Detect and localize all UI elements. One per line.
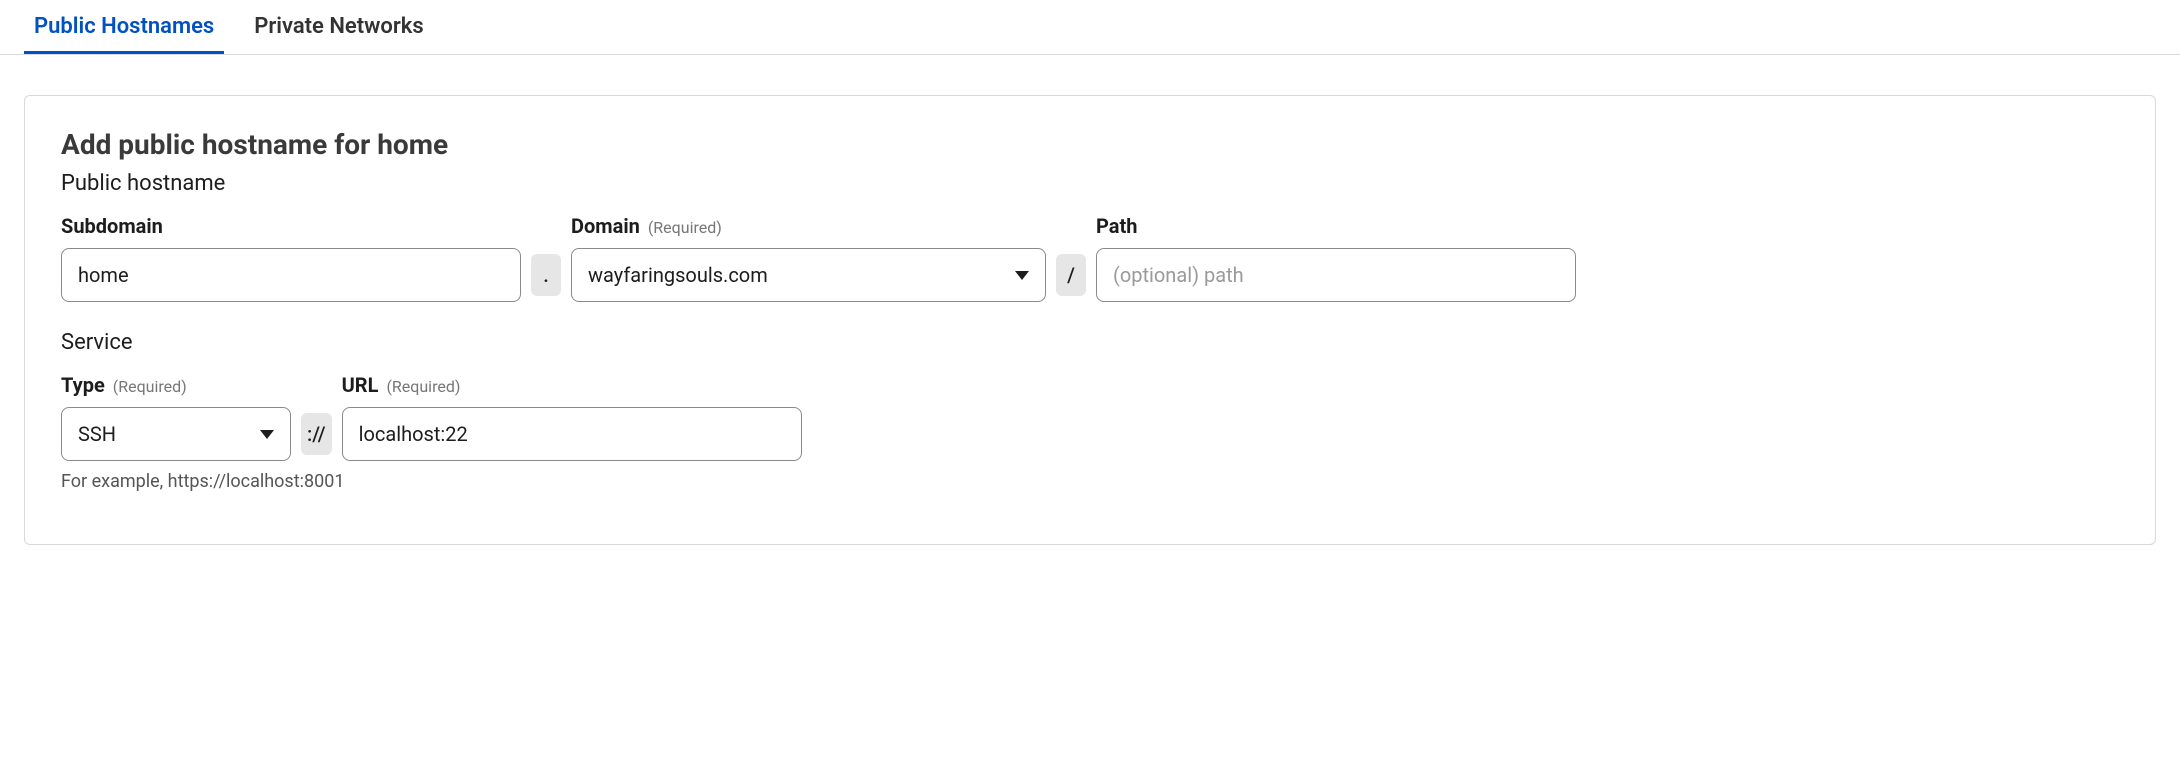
service-hint: For example, https://localhost:8001 <box>61 471 2119 492</box>
subdomain-field: Subdomain <box>61 214 521 302</box>
public-hostname-section-label: Public hostname <box>61 171 2119 196</box>
panel-title: Add public hostname for home <box>61 128 2119 161</box>
domain-select-value: wayfaringsouls.com <box>588 263 768 287</box>
type-label: Type (Required) <box>61 373 291 397</box>
domain-label: Domain (Required) <box>571 214 1046 238</box>
scheme-separator: :// <box>301 413 332 455</box>
domain-field: Domain (Required) wayfaringsouls.com <box>571 214 1046 302</box>
subdomain-label: Subdomain <box>61 214 521 238</box>
url-required-hint: (Required) <box>386 377 460 396</box>
url-label-text: URL <box>342 373 379 397</box>
tab-bar: Public Hostnames Private Networks <box>0 0 2180 55</box>
url-field: URL (Required) <box>342 373 802 461</box>
domain-label-text: Domain <box>571 214 640 238</box>
type-required-hint: (Required) <box>113 377 187 396</box>
domain-required-hint: (Required) <box>648 218 722 237</box>
type-label-text: Type <box>61 373 105 397</box>
hostname-row: Subdomain . Domain (Required) wayfarings… <box>61 214 2119 302</box>
subdomain-input[interactable] <box>61 248 521 302</box>
dot-separator: . <box>531 254 561 296</box>
domain-select[interactable]: wayfaringsouls.com <box>571 248 1046 302</box>
type-field: Type (Required) SSH <box>61 373 291 461</box>
path-input[interactable] <box>1096 248 1576 302</box>
type-select[interactable]: SSH <box>61 407 291 461</box>
chevron-down-icon <box>1015 271 1029 280</box>
path-label: Path <box>1096 214 1576 238</box>
service-row: Type (Required) SSH :// URL (Required) <box>61 373 2119 461</box>
tab-public-hostnames[interactable]: Public Hostnames <box>24 0 224 54</box>
path-field: Path <box>1096 214 1576 302</box>
tab-private-networks[interactable]: Private Networks <box>244 0 433 54</box>
url-input[interactable] <box>342 407 802 461</box>
type-select-value: SSH <box>78 422 116 446</box>
service-section-label: Service <box>61 330 2119 355</box>
add-hostname-panel: Add public hostname for home Public host… <box>24 95 2156 545</box>
url-label: URL (Required) <box>342 373 802 397</box>
slash-separator: / <box>1056 254 1086 296</box>
chevron-down-icon <box>260 430 274 439</box>
